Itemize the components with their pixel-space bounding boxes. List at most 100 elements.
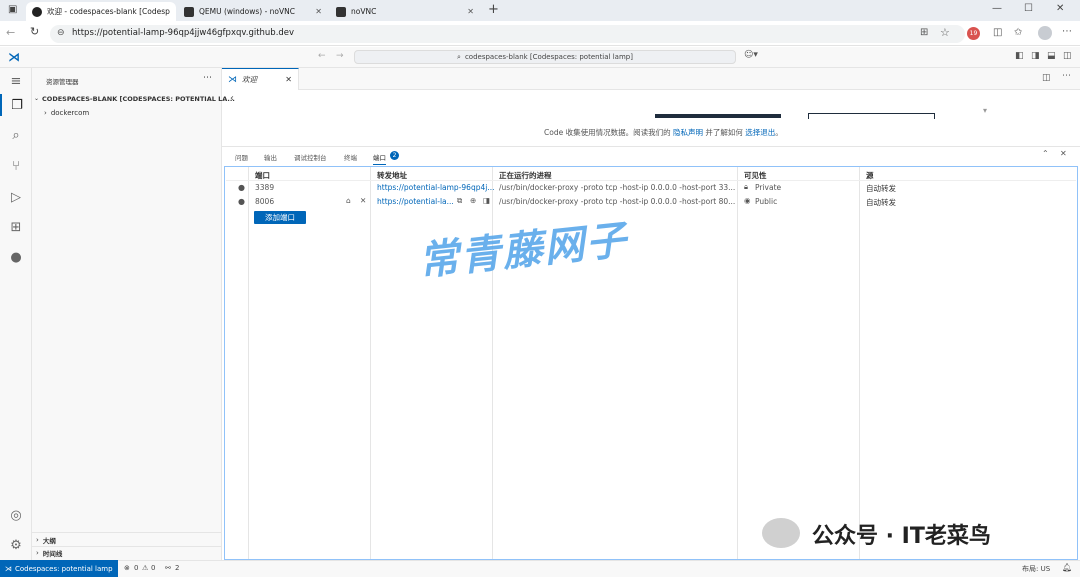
vscode-logo-icon: ⋊ <box>8 50 20 64</box>
ports-status-icon[interactable]: ⚯ <box>165 564 171 572</box>
table-row[interactable]: ● 3389 https://potential-lamp-96qp4j... … <box>226 181 1076 195</box>
process-cell: /usr/bin/docker-proxy -proto tcp -host-i… <box>499 183 736 192</box>
maximize-panel-icon[interactable]: ⌃ <box>1042 149 1049 158</box>
toggle-sidebar-icon[interactable]: ◨ <box>1031 51 1040 61</box>
tab-terminal[interactable]: 终端 <box>344 152 357 162</box>
eye-icon: ◉ <box>744 196 751 205</box>
close-icon[interactable]: ✕ <box>309 7 322 16</box>
novnc-icon <box>184 6 194 17</box>
notifications-icon[interactable]: 🔔︎ <box>1062 563 1072 572</box>
customize-layout-icon[interactable]: ◫ <box>1063 51 1072 61</box>
warning-icon[interactable]: ⚠ <box>142 564 148 572</box>
extension-badge[interactable]: 19 <box>967 27 980 40</box>
error-icon[interactable]: ⊗ <box>124 564 130 572</box>
close-panel-icon[interactable]: ✕ <box>1060 149 1067 158</box>
tab-debug-console[interactable]: 调试控制台 <box>294 152 327 162</box>
source-control-icon[interactable]: ⑂ <box>0 155 32 177</box>
tab-ports[interactable]: 端口 <box>373 152 386 165</box>
source-cell: 自动转发 <box>866 198 896 207</box>
browser-tab-qemu[interactable]: QEMU (windows) - noVNC ✕ <box>178 2 328 21</box>
gear-icon[interactable]: ⚙ <box>0 534 32 556</box>
globe-icon[interactable]: ⊕ <box>470 196 476 205</box>
privacy-link[interactable]: 隐私声明 <box>673 128 703 137</box>
warning-count[interactable]: 0 <box>151 564 155 572</box>
toggle-panel-icon[interactable]: ⬓ <box>1047 51 1056 61</box>
keyboard-layout[interactable]: 布局: US <box>1022 564 1050 574</box>
github-icon[interactable]: ● <box>0 246 32 268</box>
back-icon[interactable]: ‹ <box>230 93 234 104</box>
optout-link[interactable]: 选择退出 <box>745 128 775 137</box>
account-icon[interactable]: ◎ <box>0 504 32 526</box>
remote-icon: ⋊ <box>5 564 12 573</box>
app-icon[interactable]: ⊞ <box>920 27 928 38</box>
tab-actions-icon[interactable]: ▣ <box>8 4 17 15</box>
back-icon[interactable]: ← <box>6 26 15 39</box>
visibility-cell: Private <box>755 183 782 192</box>
label-icon[interactable]: ⌂ <box>346 196 351 205</box>
chevron-down-icon[interactable]: ▾ <box>983 106 987 115</box>
chevron-right-icon: › <box>36 549 39 557</box>
layout-toggle-icon[interactable]: ◧ <box>1015 51 1024 61</box>
close-icon[interactable]: ✕ <box>285 75 292 84</box>
telemetry-text: 并了解如何 <box>705 128 743 137</box>
copy-icon[interactable]: ⧉ <box>457 196 462 206</box>
port-status-icon: ● <box>238 183 245 192</box>
error-count[interactable]: 0 <box>134 564 138 572</box>
browser-tab-label: 欢迎 - codespaces-blank [Codesp <box>47 7 170 16</box>
tab-problems[interactable]: 问题 <box>235 152 248 162</box>
telemetry-text: Code 收集使用情况数据。阅读我们的 <box>544 128 671 137</box>
split-screen-icon[interactable]: ◫ <box>993 27 1002 38</box>
lock-icon: 🔒︎ <box>744 182 748 191</box>
nav-back-icon[interactable]: ← <box>318 51 326 61</box>
chevron-down-icon: ⌄ <box>34 95 40 102</box>
split-editor-icon[interactable]: ◫ <box>1042 73 1051 83</box>
browser-tab-welcome[interactable]: 欢迎 - codespaces-blank [Codesp ✕ <box>26 2 176 21</box>
github-icon <box>32 6 42 17</box>
list-item[interactable]: › dockercom <box>44 107 89 118</box>
nav-forward-icon[interactable]: → <box>336 51 344 61</box>
favorites-icon[interactable]: ✩ <box>1014 27 1022 38</box>
maximize-button[interactable]: ☐ <box>1024 3 1033 14</box>
close-icon[interactable]: ✕ <box>170 7 177 16</box>
outline-section[interactable]: › 大纲 <box>36 535 56 545</box>
divider <box>32 546 222 547</box>
telemetry-text: 。 <box>775 128 783 137</box>
menu-icon[interactable]: ≡ <box>0 70 32 92</box>
favorite-star-icon[interactable]: ☆ <box>940 26 950 39</box>
preview-icon[interactable]: ◨ <box>483 196 490 205</box>
ports-status-count[interactable]: 2 <box>175 564 179 572</box>
extensions-icon[interactable]: ⊞ <box>0 216 32 238</box>
site-info-icon[interactable]: ⊖ <box>57 28 65 38</box>
minimize-button[interactable]: — <box>992 3 1002 14</box>
address-link[interactable]: https://potential-lamp-96qp4j... <box>377 183 495 192</box>
close-icon[interactable]: ✕ <box>461 7 474 16</box>
explorer-icon[interactable]: ❐ <box>0 94 32 116</box>
column-divider <box>370 167 371 559</box>
copilot-icon[interactable]: ☺▾ <box>744 50 758 60</box>
run-debug-icon[interactable]: ▷ <box>0 186 32 208</box>
add-port-button[interactable]: 添加端口 <box>254 211 306 224</box>
address-link[interactable]: https://potential-la... <box>377 197 453 206</box>
workspace-header[interactable]: ⌄ CODESPACES-BLANK [CODESPACES: POTENTIA… <box>34 93 235 104</box>
table-row[interactable]: ● 8006 ⌂ ✕ https://potential-la... ⧉ ⊕ ◨… <box>226 195 1076 209</box>
timeline-section[interactable]: › 时间线 <box>36 548 62 558</box>
close-window-button[interactable]: ✕ <box>1056 3 1064 14</box>
novnc-icon <box>336 6 346 17</box>
more-menu-icon[interactable]: ⋯ <box>1062 26 1072 37</box>
stop-forwarding-icon[interactable]: ✕ <box>360 196 366 205</box>
tab-welcome[interactable]: ⋊ 欢迎 ✕ <box>222 68 299 90</box>
refresh-icon[interactable]: ↻ <box>30 25 39 38</box>
welcome-card-top <box>808 113 935 119</box>
tab-output[interactable]: 输出 <box>264 152 277 162</box>
search-icon[interactable]: ⌕ <box>0 124 32 146</box>
new-tab-button[interactable]: + <box>488 2 499 17</box>
search-icon: ⌕ <box>457 52 461 61</box>
more-actions-icon[interactable]: ⋯ <box>1062 71 1071 81</box>
remote-indicator[interactable]: ⋊ Codespaces: potential lamp <box>0 560 118 577</box>
more-actions-icon[interactable]: ⋯ <box>203 73 212 83</box>
port-cell: 8006 <box>255 197 275 206</box>
command-center[interactable]: ⌕ codespaces-blank [Codespaces: potentia… <box>354 50 736 64</box>
browser-tab-novnc[interactable]: noVNC ✕ <box>330 2 480 21</box>
avatar[interactable] <box>1038 26 1052 40</box>
sidebar-title: 资源管理器 <box>46 78 79 86</box>
